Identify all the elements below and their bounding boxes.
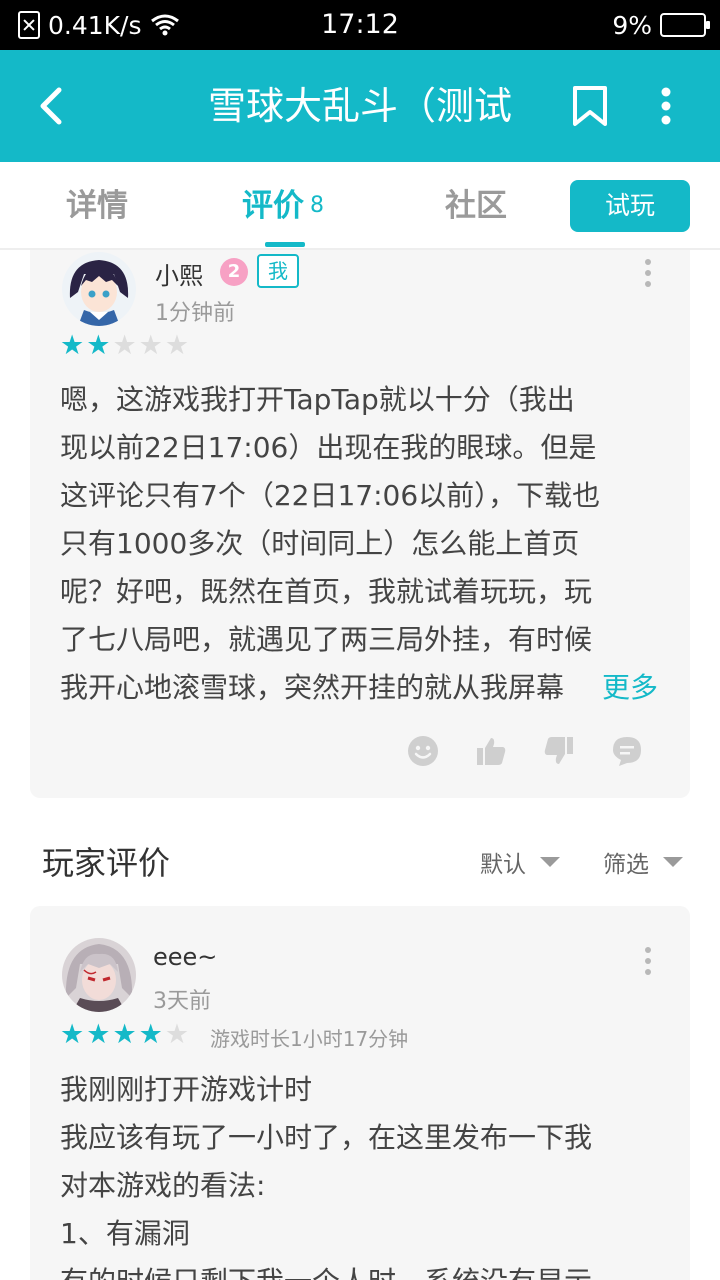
review-line: 1、有漏洞 [60, 1217, 190, 1250]
username[interactable]: 小熙 [155, 256, 203, 291]
app-bar: 雪球大乱斗（测试 [0, 50, 720, 162]
star-filled-icon: ★ [112, 1019, 137, 1050]
playtime: 游戏时长1小时17分钟 [210, 1027, 409, 1051]
review-line: 有的时候只剩下我一个人时，系统没有显示 [60, 1258, 660, 1280]
back-arrow-icon [40, 87, 62, 125]
star-empty-icon: ★ [138, 330, 163, 361]
star-filled-icon: ★ [60, 330, 85, 361]
comment-icon[interactable] [609, 733, 645, 769]
smile-icon[interactable] [405, 733, 441, 769]
username[interactable]: eee~ [153, 943, 217, 971]
vertical-dots-icon [661, 87, 671, 125]
avatar-image [62, 252, 136, 326]
avatar-image [62, 938, 136, 1012]
review-body: 嗯，这游戏我打开TapTap就以十分（我出 现以前22日17:06）出现在我的眼球… [60, 376, 660, 712]
rating-stars: ★ ★ ★ ★ ★ [60, 332, 189, 359]
review-menu-icon[interactable] [638, 944, 658, 978]
review-line: 呢？好吧，既然在首页，我就试着玩玩，玩 [60, 575, 593, 608]
star-empty-icon: ★ [112, 330, 137, 361]
chevron-down-icon [663, 857, 683, 867]
tab-details[interactable]: 详情 [66, 162, 128, 250]
battery-percent: 9% [612, 10, 652, 40]
bookmark-icon [573, 86, 607, 126]
thumb-up-icon[interactable] [473, 733, 509, 769]
review-body: 我刚刚打开游戏计时我应该有玩了一小时了，在这里发布一下我 对本游戏的看法: 1、有漏… [60, 1066, 660, 1280]
tab-community-label: 社区 [445, 188, 507, 224]
filter-dropdown[interactable]: 筛选 [603, 845, 683, 879]
tab-reviews-label: 评价 [242, 188, 304, 224]
bookmark-button[interactable] [568, 84, 612, 128]
active-tab-indicator [265, 242, 305, 247]
star-filled-icon: ★ [86, 1019, 111, 1050]
review-time: 3天前 [153, 989, 211, 1014]
more-options-button[interactable] [646, 84, 686, 128]
status-bar: 0.41K/s 17:12 9% [0, 0, 720, 50]
tab-bar: 详情 评价 8 社区 试玩 [0, 162, 720, 250]
status-right: 9% [612, 0, 710, 50]
review-card: eee~ 3天前 ★ ★ ★ ★ ★ 游戏时长1小时17分钟 我刚刚打开游戏计时 我应该有… [30, 906, 690, 1280]
review-line: 了七八局吧，就遇见了两三局外挂，有时候 [60, 623, 593, 656]
star-empty-icon: ★ [164, 330, 190, 361]
review-line: 对本游戏的看法: [60, 1169, 266, 1202]
more-link[interactable]: 更多 [582, 664, 659, 712]
back-button[interactable] [28, 82, 72, 130]
review-line: 我刚刚打开游戏计时 [60, 1073, 313, 1106]
filter-label: 筛选 [603, 852, 649, 878]
review-menu-icon[interactable] [638, 256, 658, 290]
rating-stars: ★ ★ ★ ★ ★ [60, 1021, 189, 1048]
section-title: 玩家评价 [42, 844, 171, 882]
chevron-down-icon [540, 857, 560, 867]
review-line: 我开心地滚雪球，突然开挂的就从我屏幕 [60, 671, 565, 704]
try-play-button[interactable]: 试玩 [570, 180, 690, 232]
me-badge: 我 [257, 254, 299, 288]
my-review-card: 小熙 2 我 1分钟前 ★ ★ ★ ★ ★ 嗯，这游戏我打开TapTap就以十分（我出现… [30, 250, 690, 798]
review-time: 1分钟前 [155, 301, 235, 326]
sort-label: 默认 [480, 852, 526, 878]
battery-icon [660, 13, 710, 37]
review-line: 这评论只有7个（22日17:06以前），下载也 [60, 479, 601, 512]
tab-reviews[interactable]: 评价 8 [242, 162, 324, 250]
star-filled-icon: ★ [138, 1019, 163, 1050]
avatar[interactable] [62, 938, 136, 1012]
star-filled-icon: ★ [60, 1019, 85, 1050]
review-count: 8 [310, 193, 324, 218]
thumb-down-icon[interactable] [541, 733, 577, 769]
sort-dropdown[interactable]: 默认 [480, 845, 560, 879]
app-title: 雪球大乱斗（测试 [207, 84, 512, 128]
review-line: 现以前22日17:06）出现在我的眼球。但是 [60, 431, 597, 464]
level-badge: 2 [220, 258, 248, 286]
star-filled-icon: ★ [86, 330, 111, 361]
tab-details-label: 详情 [66, 188, 128, 224]
review-line: 嗯，这游戏我打开TapTap就以十分（我出 [60, 383, 575, 416]
star-empty-icon: ★ [164, 1019, 190, 1050]
tab-community[interactable]: 社区 [445, 162, 507, 250]
review-line: 我应该有玩了一小时了，在这里发布一下我 [60, 1121, 593, 1154]
avatar[interactable] [62, 252, 136, 326]
review-line: 只有1000多次（时间同上）怎么能上首页 [60, 527, 580, 560]
